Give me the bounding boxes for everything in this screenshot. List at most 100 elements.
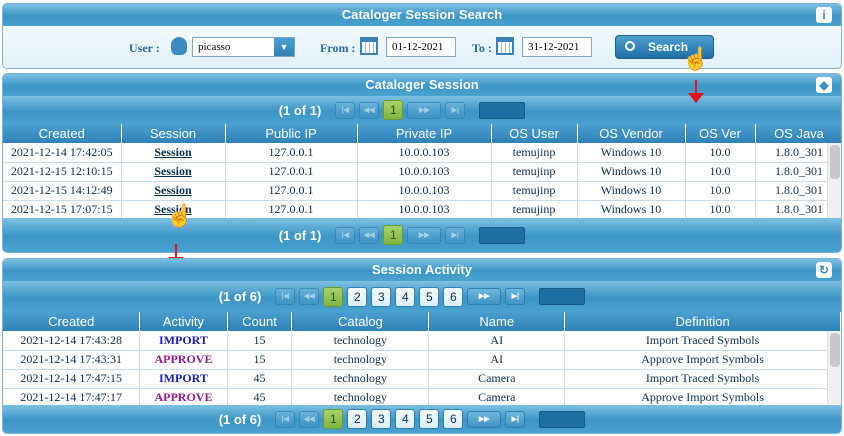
page-6-button[interactable]: 6 xyxy=(443,409,464,429)
session-table: Created Session Public IP Private IP OS … xyxy=(3,124,841,220)
count-cell: 45 xyxy=(227,369,293,389)
page-3-button[interactable]: 3 xyxy=(371,286,392,307)
column-header[interactable]: Public IP xyxy=(225,124,358,143)
activity-cell: APPROVE xyxy=(139,350,228,370)
scrollbar-thumb[interactable] xyxy=(830,333,840,367)
page-1-button[interactable]: 1 xyxy=(383,100,404,120)
last-page-button[interactable]: ▶| xyxy=(445,226,466,244)
column-header[interactable]: Definition xyxy=(564,312,841,331)
page-size-select[interactable] xyxy=(539,410,586,428)
prev-page-button[interactable]: ◀◀ xyxy=(299,288,320,305)
activity-table-scrollbar[interactable] xyxy=(827,331,841,407)
to-date-input[interactable]: 31-12-2021 xyxy=(522,37,592,57)
search-panel-title: Cataloger Session Search xyxy=(341,7,503,22)
activity-panel: Session Activity ↻ (1 of 6) |◀ ◀◀ 1 2 3 … xyxy=(2,258,842,434)
prev-page-button[interactable]: ◀◀ xyxy=(359,101,380,119)
column-header[interactable]: Session xyxy=(121,124,226,143)
chevron-down-icon[interactable]: ▼ xyxy=(274,38,294,56)
table-row[interactable]: 2021-12-15 17:07:15 Session 127.0.0.1 10… xyxy=(3,200,841,220)
scrollbar-thumb[interactable] xyxy=(830,145,840,179)
last-page-button[interactable]: ▶| xyxy=(505,410,526,428)
os-user-cell: temujinp xyxy=(491,162,578,182)
definition-cell: Approve Import Symbols xyxy=(564,350,841,370)
column-header[interactable]: OS Ver xyxy=(685,124,756,143)
page-1-button[interactable]: 1 xyxy=(323,286,344,307)
page-1-button[interactable]: 1 xyxy=(323,409,344,429)
first-page-button[interactable]: |◀ xyxy=(275,410,296,428)
name-cell: AI xyxy=(428,331,566,351)
os-vendor-cell: Windows 10 xyxy=(577,181,686,201)
created-cell: 2021-12-14 17:43:31 xyxy=(3,350,141,370)
first-page-button[interactable]: |◀ xyxy=(275,288,296,305)
page-6-button[interactable]: 6 xyxy=(443,286,464,307)
next-page-button[interactable]: ▶▶ xyxy=(467,410,502,428)
info-icon[interactable]: i xyxy=(816,7,832,23)
catalog-cell: technology xyxy=(291,350,430,370)
page-3-button[interactable]: 3 xyxy=(371,409,392,429)
user-select[interactable]: picasso ▼ xyxy=(192,37,295,57)
page-4-button[interactable]: 4 xyxy=(395,286,416,307)
private-ip-cell: 10.0.0.103 xyxy=(357,181,492,201)
table-row[interactable]: 2021-12-14 17:42:05 Session 127.0.0.1 10… xyxy=(3,143,841,163)
pager-count: (1 of 6) xyxy=(218,289,262,304)
column-header[interactable]: OS User xyxy=(491,124,578,143)
eraser-icon[interactable]: ◆ xyxy=(816,77,832,93)
last-page-button[interactable]: ▶| xyxy=(445,101,466,119)
first-page-button[interactable]: |◀ xyxy=(335,226,356,244)
user-label: User : xyxy=(129,41,160,55)
first-page-button[interactable]: |◀ xyxy=(335,101,356,119)
page-1-button[interactable]: 1 xyxy=(383,225,404,245)
column-header[interactable]: Name xyxy=(428,312,566,331)
created-cell: 2021-12-15 17:07:15 xyxy=(3,200,122,220)
page-2-button[interactable]: 2 xyxy=(347,409,368,429)
page-4-button[interactable]: 4 xyxy=(395,409,416,429)
prev-page-button[interactable]: ◀◀ xyxy=(299,410,320,428)
table-row[interactable]: 2021-12-14 17:47:15 IMPORT 45 technology… xyxy=(3,369,841,389)
column-header[interactable]: Private IP xyxy=(357,124,492,143)
from-date-input[interactable]: 01-12-2021 xyxy=(386,37,456,57)
column-header[interactable]: Count xyxy=(227,312,293,331)
page-5-button[interactable]: 5 xyxy=(419,286,440,307)
session-link[interactable]: Session xyxy=(154,183,191,197)
session-panel-title: Cataloger Session xyxy=(365,77,479,92)
table-row[interactable]: 2021-12-14 17:43:31 APPROVE 15 technolog… xyxy=(3,350,841,370)
session-table-wrap: Created Session Public IP Private IP OS … xyxy=(3,124,841,220)
column-header[interactable]: Created xyxy=(3,124,122,143)
os-user-cell: temujinp xyxy=(491,200,578,220)
page-size-select[interactable] xyxy=(539,288,586,305)
table-row[interactable]: 2021-12-15 14:12:49 Session 127.0.0.1 10… xyxy=(3,181,841,201)
os-ver-cell: 10.0 xyxy=(685,181,756,201)
table-row[interactable]: 2021-12-15 12:10:15 Session 127.0.0.1 10… xyxy=(3,162,841,182)
next-page-button[interactable]: ▶▶ xyxy=(407,226,442,244)
column-header[interactable]: Created xyxy=(3,312,141,331)
private-ip-cell: 10.0.0.103 xyxy=(357,143,492,163)
page-5-button[interactable]: 5 xyxy=(419,409,440,429)
session-link[interactable]: Session xyxy=(154,145,191,159)
column-header[interactable]: Activity xyxy=(139,312,228,331)
name-cell: AI xyxy=(428,350,566,370)
prev-page-button[interactable]: ◀◀ xyxy=(359,226,380,244)
from-date-value: 01-12-2021 xyxy=(392,41,444,53)
next-page-button[interactable]: ▶▶ xyxy=(467,288,502,305)
page-2-button[interactable]: 2 xyxy=(347,286,368,307)
page-size-select[interactable] xyxy=(479,226,526,244)
calendar-icon[interactable] xyxy=(360,37,378,55)
next-page-button[interactable]: ▶▶ xyxy=(407,101,442,119)
calendar-icon[interactable] xyxy=(496,37,514,55)
refresh-icon[interactable]: ↻ xyxy=(816,262,832,278)
activity-cell: IMPORT xyxy=(139,331,228,351)
session-table-scrollbar[interactable] xyxy=(827,143,841,219)
page-size-select[interactable] xyxy=(479,101,526,119)
annotation-arrow-down xyxy=(688,93,704,103)
name-cell: Camera xyxy=(428,369,566,389)
last-page-button[interactable]: ▶| xyxy=(505,288,526,305)
column-header[interactable]: OS Java xyxy=(755,124,841,143)
session-link[interactable]: Session xyxy=(154,164,191,178)
column-header[interactable]: Catalog xyxy=(291,312,430,331)
from-label: From : xyxy=(320,41,356,55)
created-cell: 2021-12-14 17:43:28 xyxy=(3,331,141,351)
table-row[interactable]: 2021-12-14 17:43:28 IMPORT 15 technology… xyxy=(3,331,841,351)
column-header[interactable]: OS Vendor xyxy=(577,124,686,143)
count-cell: 15 xyxy=(227,331,293,351)
public-ip-cell: 127.0.0.1 xyxy=(225,181,358,201)
